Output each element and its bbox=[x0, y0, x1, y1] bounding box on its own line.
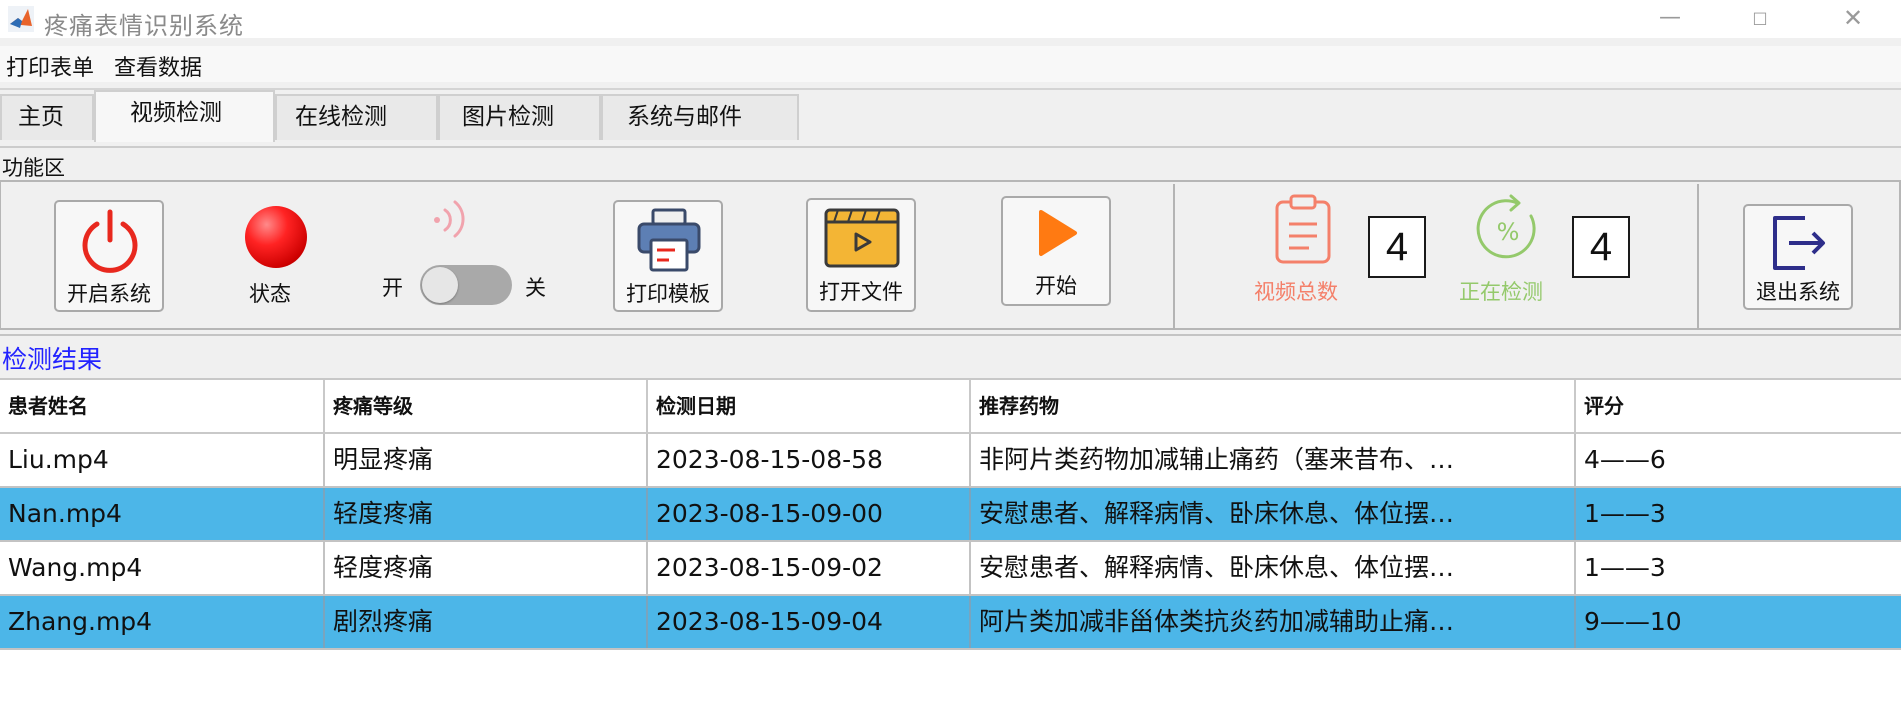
patient-name-cell: Wang.mp4 bbox=[0, 542, 325, 594]
pain-level-cell: 轻度疼痛 bbox=[325, 542, 648, 594]
patient-name-cell: Liu.mp4 bbox=[0, 434, 325, 486]
menu-bar: 打印表单 查看数据 bbox=[0, 46, 1901, 82]
status-label: 状态 bbox=[249, 282, 291, 306]
table-row[interactable]: Wang.mp4 轻度疼痛 2023-08-15-09-02 安慰患者、解释病情… bbox=[0, 542, 1901, 596]
toggle-off-label: 关 bbox=[525, 276, 546, 300]
drug-cell: 非阿片类药物加减辅止痛药（塞来昔布、… bbox=[971, 434, 1576, 486]
menu-print-form[interactable]: 打印表单 bbox=[6, 50, 94, 82]
table-row[interactable]: Zhang.mp4 剧烈疼痛 2023-08-15-09-04 阿片类加减非甾体… bbox=[0, 596, 1901, 650]
status-indicator bbox=[245, 206, 307, 268]
tab-home[interactable]: 主页 bbox=[0, 94, 94, 140]
start-button[interactable]: 开始 bbox=[1001, 196, 1111, 306]
pain-level-cell: 剧烈疼痛 bbox=[325, 596, 648, 648]
menu-view-data[interactable]: 查看数据 bbox=[114, 50, 202, 82]
score-cell: 4——6 bbox=[1584, 445, 1666, 474]
date-cell: 2023-08-15-09-00 bbox=[648, 488, 971, 540]
video-file-icon bbox=[824, 208, 900, 268]
toggle-knob bbox=[422, 267, 458, 303]
power-icon bbox=[82, 209, 138, 273]
video-total-label: 视频总数 bbox=[1254, 280, 1338, 304]
divider bbox=[1697, 184, 1699, 330]
clipboard-icon bbox=[1275, 194, 1331, 264]
power-toggle[interactable] bbox=[420, 265, 512, 305]
toggle-on-label: 开 bbox=[382, 276, 403, 300]
table-row[interactable]: Liu.mp4 明显疼痛 2023-08-15-08-58 非阿片类药物加减辅止… bbox=[0, 434, 1901, 488]
column-header[interactable]: 推荐药物 bbox=[971, 380, 1576, 432]
minimize-button[interactable]: — bbox=[1650, 4, 1690, 32]
matlab-icon bbox=[8, 6, 34, 32]
start-system-button[interactable]: 开启系统 bbox=[54, 200, 164, 312]
function-panel: 开启系统 状态 开 关 打印模板 打开文件 开始 视频总数 4 % 正在检测 4… bbox=[0, 180, 1901, 330]
tab-system-mail[interactable]: 系统与邮件 bbox=[601, 94, 799, 140]
start-system-label: 开启系统 bbox=[67, 282, 151, 306]
signal-icon bbox=[434, 200, 465, 238]
score-cell: 9——10 bbox=[1584, 607, 1682, 636]
play-icon bbox=[1039, 210, 1077, 256]
date-cell: 2023-08-15-08-58 bbox=[648, 434, 971, 486]
table-header: 患者姓名 疼痛等级 检测日期 推荐药物 评分 bbox=[0, 380, 1901, 434]
divider bbox=[1173, 184, 1175, 330]
column-header[interactable]: 患者姓名 bbox=[0, 380, 325, 432]
tab-online-detection[interactable]: 在线检测 bbox=[275, 94, 438, 140]
tab-image-detection[interactable]: 图片检测 bbox=[438, 94, 601, 140]
open-file-button[interactable]: 打开文件 bbox=[806, 198, 916, 312]
maximize-button[interactable]: □ bbox=[1740, 4, 1780, 32]
detecting-value: 4 bbox=[1572, 216, 1630, 278]
column-header[interactable]: 疼痛等级 bbox=[325, 380, 648, 432]
date-cell: 2023-08-15-09-02 bbox=[648, 542, 971, 594]
print-template-button[interactable]: 打印模板 bbox=[613, 200, 723, 312]
title-bar: 疼痛表情识别系统 — □ ✕ bbox=[0, 0, 1901, 40]
patient-name-cell: Nan.mp4 bbox=[0, 488, 325, 540]
table-row[interactable]: Nan.mp4 轻度疼痛 2023-08-15-09-00 安慰患者、解释病情、… bbox=[0, 488, 1901, 542]
pain-level-cell: 明显疼痛 bbox=[325, 434, 648, 486]
date-cell: 2023-08-15-09-04 bbox=[648, 596, 971, 648]
function-area-label: 功能区 bbox=[0, 146, 1901, 180]
drug-cell: 安慰患者、解释病情、卧床休息、体位摆… bbox=[971, 542, 1576, 594]
results-label: 检测结果 bbox=[0, 334, 1901, 374]
detecting-label: 正在检测 bbox=[1459, 280, 1543, 304]
score-cell: 1——3 bbox=[1584, 499, 1666, 528]
print-template-label: 打印模板 bbox=[626, 282, 710, 306]
video-total-value: 4 bbox=[1368, 216, 1426, 278]
drug-cell: 安慰患者、解释病情、卧床休息、体位摆… bbox=[971, 488, 1576, 540]
score-cell: 1——3 bbox=[1584, 553, 1666, 582]
open-file-label: 打开文件 bbox=[819, 280, 903, 304]
percent-refresh-icon: % bbox=[1476, 194, 1536, 259]
patient-name-cell: Zhang.mp4 bbox=[0, 596, 325, 648]
column-header[interactable]: 检测日期 bbox=[648, 380, 971, 432]
tab-bar: 主页 视频检测 在线检测 图片检测 系统与邮件 bbox=[0, 88, 1901, 142]
exit-system-button[interactable]: 退出系统 bbox=[1743, 204, 1853, 310]
window-title: 疼痛表情识别系统 bbox=[44, 12, 244, 40]
start-label: 开始 bbox=[1035, 274, 1077, 298]
pain-level-cell: 轻度疼痛 bbox=[325, 488, 648, 540]
close-button[interactable]: ✕ bbox=[1833, 4, 1873, 32]
tab-video-detection[interactable]: 视频检测 bbox=[94, 90, 275, 142]
printer-icon bbox=[637, 208, 701, 272]
svg-text:%: % bbox=[1497, 218, 1520, 246]
exit-system-label: 退出系统 bbox=[1756, 280, 1840, 304]
column-header[interactable]: 评分 bbox=[1576, 380, 1901, 432]
exit-icon bbox=[1773, 216, 1825, 270]
results-table: 患者姓名 疼痛等级 检测日期 推荐药物 评分 Liu.mp4 明显疼痛 2023… bbox=[0, 378, 1901, 711]
drug-cell: 阿片类加减非甾体类抗炎药加减辅助止痛… bbox=[971, 596, 1576, 648]
